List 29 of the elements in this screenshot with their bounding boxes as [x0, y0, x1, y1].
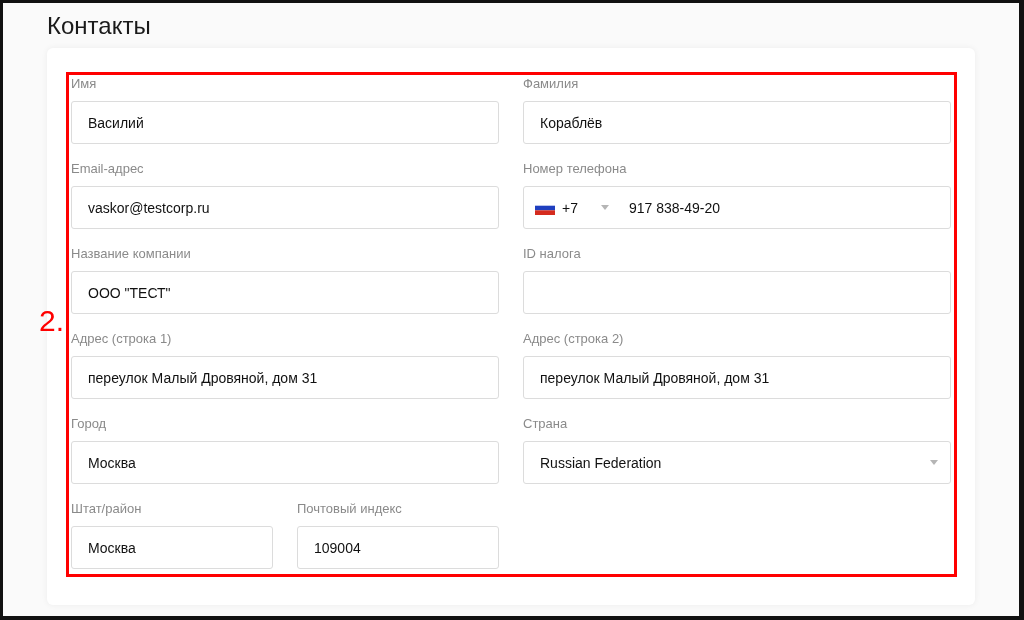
text-input[interactable]: [523, 271, 951, 314]
text-input[interactable]: 109004: [297, 526, 499, 569]
field-label: Страна: [523, 415, 568, 433]
caret-icon: [930, 460, 938, 465]
text-input[interactable]: ООО "ТЕСТ": [71, 271, 499, 314]
field-label: Email-адрес: [71, 160, 144, 178]
field-label: Имя: [71, 75, 97, 93]
field-label: Адрес (строка 1): [71, 330, 172, 348]
text-input[interactable]: Москва: [71, 441, 499, 484]
field-label: Номер телефона: [523, 160, 627, 178]
caret-icon: [600, 205, 609, 210]
page-title: Контакты: [47, 13, 152, 41]
text-input[interactable]: переулок Малый Дровяной, дом 31: [71, 356, 499, 399]
text-input[interactable]: Василий: [71, 101, 499, 144]
field-label: Фамилия: [523, 75, 579, 93]
phone-field[interactable]: +7 917 838-49-20: [523, 186, 951, 229]
text-input[interactable]: vaskor@testcorp.ru: [71, 186, 499, 229]
annotation-label: 2.: [39, 304, 65, 338]
country-code-select[interactable]: +7: [535, 199, 629, 216]
text-input[interactable]: переулок Малый Дровяной, дом 31: [523, 356, 951, 399]
field-label: Название компании: [71, 245, 191, 263]
text-input[interactable]: Москва: [71, 526, 273, 569]
field-label: Город: [71, 415, 107, 433]
field-label: Почтовый индекс: [297, 500, 402, 518]
field-label: Штат/район: [71, 500, 142, 518]
country-select[interactable]: Russian Federation: [523, 441, 951, 484]
text-input[interactable]: Кораблёв: [523, 101, 951, 144]
field-label: Адрес (строка 2): [523, 330, 624, 348]
field-label: ID налога: [523, 245, 581, 263]
